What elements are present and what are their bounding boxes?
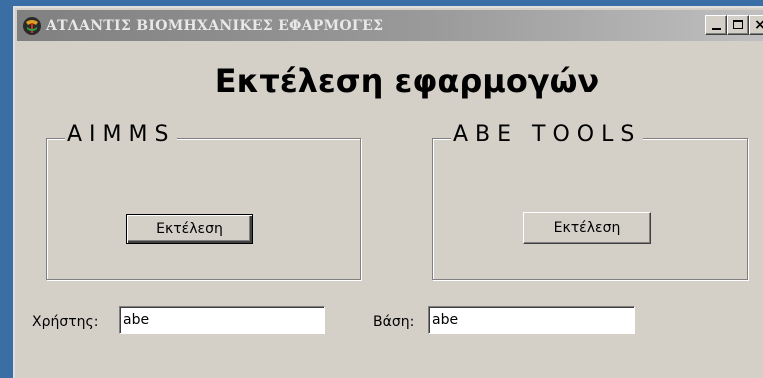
window-title: ΑΤΛΑΝΤΙΣ ΒΙΟΜΗΧΑΝΙΚΕΣ ΕΦΑΡΜΟΓΕΣ [46,17,384,34]
window-controls: × [705,15,763,35]
database-input[interactable] [428,306,635,334]
title-bar[interactable]: ΑΤΛΑΝΤΙΣ ΒΙΟΜΗΧΑΝΙΚΕΣ ΕΦΑΡΜΟΓΕΣ × [17,10,763,41]
minimize-icon[interactable] [705,15,727,35]
page-title: Εκτέλεση εφαρμογών [214,62,600,100]
main-window: ΑΤΛΑΝΤΙΣ ΒΙΟΜΗΧΑΝΙΚΕΣ ΕΦΑΡΜΟΓΕΣ × Εκτέλε… [13,6,763,378]
aimms-group-label: AIMMS [65,121,178,149]
database-field-label: Βάση: [373,314,415,330]
aimms-groupbox: AIMMS Εκτέλεση [46,121,361,280]
abe-tools-groupbox: ABE TOOLS Εκτέλεση [432,121,748,280]
close-icon[interactable]: × [749,15,763,35]
app-logo-icon [23,16,41,35]
abe-tools-group-label: ABE TOOLS [451,121,644,149]
user-input[interactable] [119,306,325,334]
abe-tools-run-button[interactable]: Εκτέλεση [523,212,651,244]
user-field-label: Χρήστης: [32,314,99,330]
maximize-icon[interactable] [727,15,749,35]
aimms-run-button[interactable]: Εκτέλεση [126,214,253,244]
